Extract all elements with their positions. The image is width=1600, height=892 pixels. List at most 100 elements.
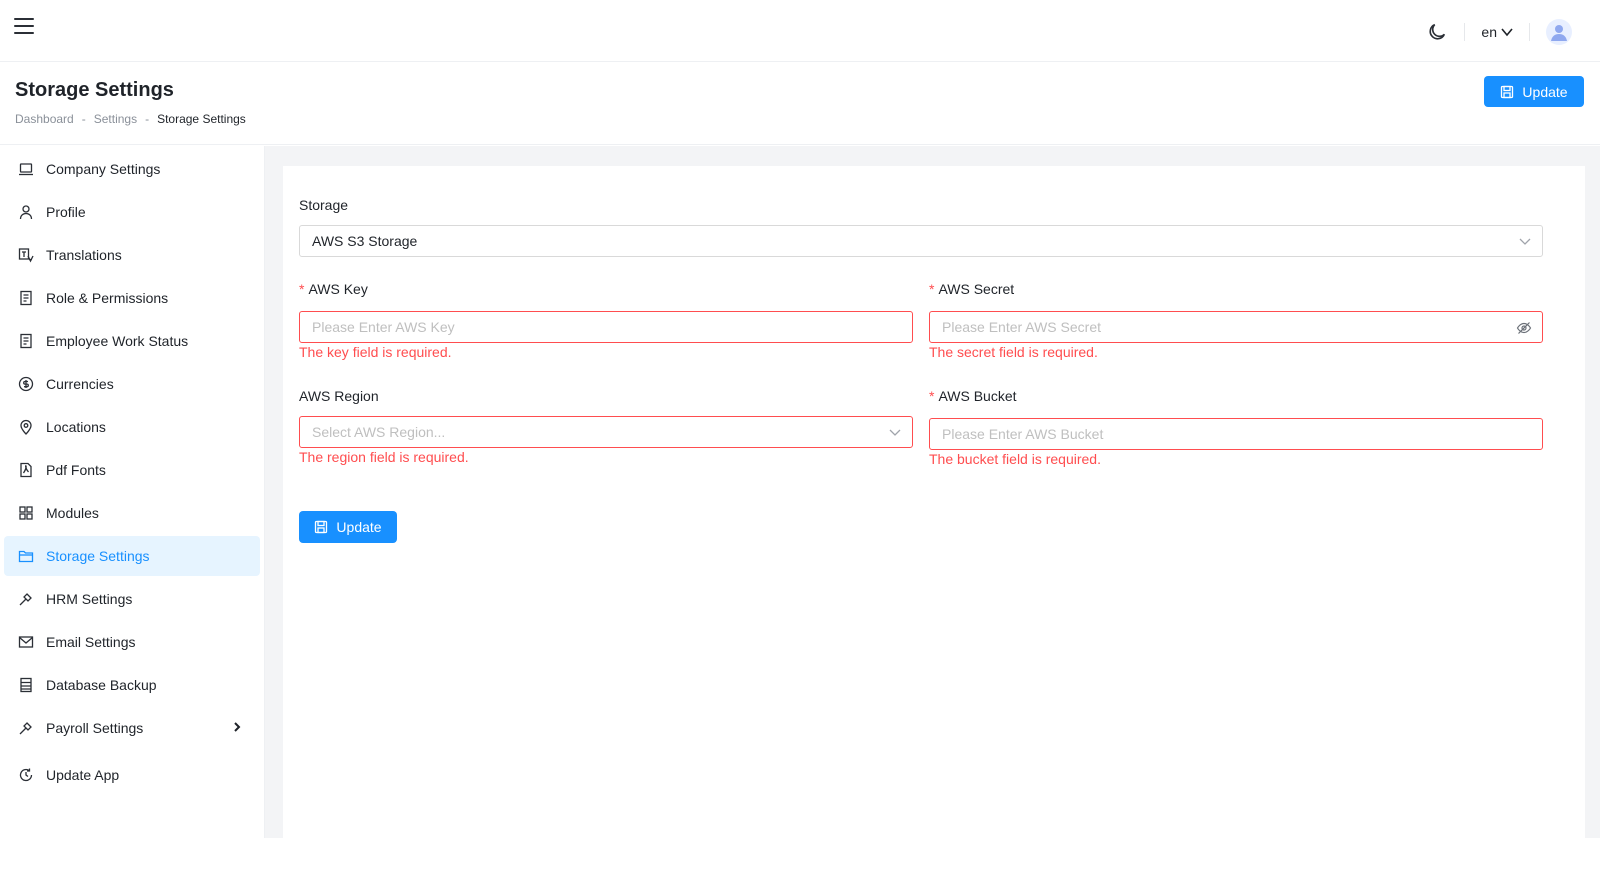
storage-select[interactable]: AWS S3 Storage: [299, 225, 1543, 257]
sidebar-item-label: Modules: [46, 505, 99, 521]
top-right-controls: en: [1426, 16, 1572, 48]
required-mark: *: [299, 281, 305, 297]
aws-region-placeholder: Select AWS Region...: [312, 424, 446, 440]
breadcrumb-settings[interactable]: Settings: [94, 112, 137, 126]
history-icon: [18, 767, 34, 783]
chevron-down-icon: [1501, 28, 1513, 37]
sidebar-item-label: Pdf Fonts: [46, 462, 106, 478]
dollar-icon: [18, 376, 34, 392]
sidebar-item-translations[interactable]: Translations: [4, 235, 260, 275]
divider: [1529, 23, 1530, 41]
sidebar-item-update-app[interactable]: Update App: [4, 755, 260, 795]
sidebar-item-company-settings[interactable]: Company Settings: [4, 149, 260, 189]
sidebar-item-label: Database Backup: [46, 677, 157, 693]
sidebar-item-label: Currencies: [46, 376, 114, 392]
chevron-right-icon: [234, 722, 241, 732]
pdf-icon: [18, 462, 34, 478]
folder-icon: [18, 548, 34, 564]
sidebar-item-label: Payroll Settings: [46, 720, 144, 736]
sidebar-item-currencies[interactable]: Currencies: [4, 364, 260, 404]
sidebar-item-employee-work-status[interactable]: Employee Work Status: [4, 321, 260, 361]
aws-bucket-input[interactable]: Please Enter AWS Bucket: [929, 418, 1543, 450]
sidebar-item-pdf-fonts[interactable]: Pdf Fonts: [4, 450, 260, 490]
sidebar-item-label: Profile: [46, 204, 86, 220]
aws-secret-label-text: AWS Secret: [938, 281, 1015, 297]
location-icon: [18, 419, 34, 435]
aws-key-label: * AWS Key: [299, 281, 368, 297]
breadcrumb: Dashboard - Settings - Storage Settings: [15, 112, 246, 126]
document-icon: [18, 333, 34, 349]
sidebar-item-database-backup[interactable]: Database Backup: [4, 665, 260, 705]
header-update-button[interactable]: Update: [1484, 76, 1584, 107]
aws-key-label-text: AWS Key: [308, 281, 368, 297]
aws-region-select[interactable]: Select AWS Region...: [299, 416, 913, 448]
aws-bucket-label-text: AWS Bucket: [938, 388, 1017, 404]
required-mark: *: [929, 388, 935, 404]
tool-icon: [18, 720, 34, 736]
aws-key-input[interactable]: Please Enter AWS Key: [299, 311, 913, 343]
aws-key-error: The key field is required.: [299, 344, 452, 360]
aws-region-label: AWS Region: [299, 388, 379, 404]
sidebar-item-profile[interactable]: Profile: [4, 192, 260, 232]
aws-bucket-error: The bucket field is required.: [929, 451, 1101, 467]
aws-bucket-label: * AWS Bucket: [929, 388, 1017, 404]
user-avatar-icon: [1551, 25, 1567, 41]
main-content: Storage AWS S3 Storage * AWS Key Please E…: [265, 146, 1600, 838]
sidebar-item-label: Update App: [46, 767, 120, 783]
aws-region-error: The region field is required.: [299, 449, 469, 465]
storage-label: Storage: [299, 197, 349, 213]
sidebar-item-label: Locations: [46, 419, 106, 435]
sidebar-item-label: Company Settings: [46, 161, 161, 177]
aws-secret-error: The secret field is required.: [929, 344, 1098, 360]
settings-sidebar: Company Settings Profile Translations Ro…: [0, 146, 265, 838]
sidebar-item-modules[interactable]: Modules: [4, 493, 260, 533]
sidebar-item-label: Translations: [46, 247, 122, 263]
modules-icon: [18, 505, 34, 521]
sidebar-item-storage-settings[interactable]: Storage Settings: [4, 536, 260, 576]
storage-settings-card: Storage AWS S3 Storage * AWS Key Please E…: [283, 166, 1585, 838]
avatar[interactable]: [1546, 19, 1572, 45]
document-icon: [18, 290, 34, 306]
required-mark: *: [929, 281, 935, 297]
sidebar-item-hrm-settings[interactable]: HRM Settings: [4, 579, 260, 619]
breadcrumb-separator: -: [81, 112, 86, 126]
menu-icon[interactable]: [14, 18, 34, 34]
breadcrumb-current: Storage Settings: [157, 112, 246, 126]
update-button[interactable]: Update: [299, 511, 397, 543]
sidebar-item-payroll-settings[interactable]: Payroll Settings: [4, 708, 260, 748]
sidebar-item-email-settings[interactable]: Email Settings: [4, 622, 260, 662]
database-icon: [18, 677, 34, 693]
sidebar-item-label: Employee Work Status: [46, 333, 189, 349]
sidebar-item-role-permissions[interactable]: Role & Permissions: [4, 278, 260, 318]
sidebar-item-label: Email Settings: [46, 634, 136, 650]
aws-secret-label: * AWS Secret: [929, 281, 1014, 297]
user-icon: [18, 204, 34, 220]
translate-icon: [18, 247, 34, 263]
tool-icon: [18, 591, 34, 607]
save-icon: [1501, 85, 1514, 98]
aws-key-placeholder: Please Enter AWS Key: [312, 319, 455, 335]
chevron-down-icon: [1519, 238, 1531, 245]
sidebar-item-locations[interactable]: Locations: [4, 407, 260, 447]
language-selector[interactable]: en: [1481, 24, 1513, 40]
page-title: Storage Settings: [15, 79, 174, 101]
page-header: Storage Settings Dashboard - Settings - …: [0, 62, 1600, 145]
storage-select-value: AWS S3 Storage: [312, 233, 418, 249]
eye-invisible-icon[interactable]: [1516, 320, 1532, 336]
top-bar: en: [0, 0, 1600, 62]
breadcrumb-dashboard[interactable]: Dashboard: [15, 112, 74, 126]
aws-secret-placeholder: Please Enter AWS Secret: [942, 319, 1101, 335]
sidebar-item-label: HRM Settings: [46, 591, 133, 607]
save-icon: [315, 520, 328, 534]
aws-secret-input[interactable]: Please Enter AWS Secret: [929, 311, 1543, 343]
sidebar-item-label: Role & Permissions: [46, 290, 169, 306]
divider: [1464, 23, 1466, 41]
language-label: en: [1481, 24, 1497, 40]
aws-bucket-placeholder: Please Enter AWS Bucket: [942, 426, 1104, 442]
update-button-label: Update: [336, 519, 382, 535]
dark-mode-icon[interactable]: [1426, 21, 1448, 43]
laptop-icon: [18, 161, 34, 177]
breadcrumb-separator: -: [145, 112, 150, 126]
header-update-label: Update: [1522, 83, 1568, 100]
sidebar-item-label: Storage Settings: [46, 548, 150, 564]
